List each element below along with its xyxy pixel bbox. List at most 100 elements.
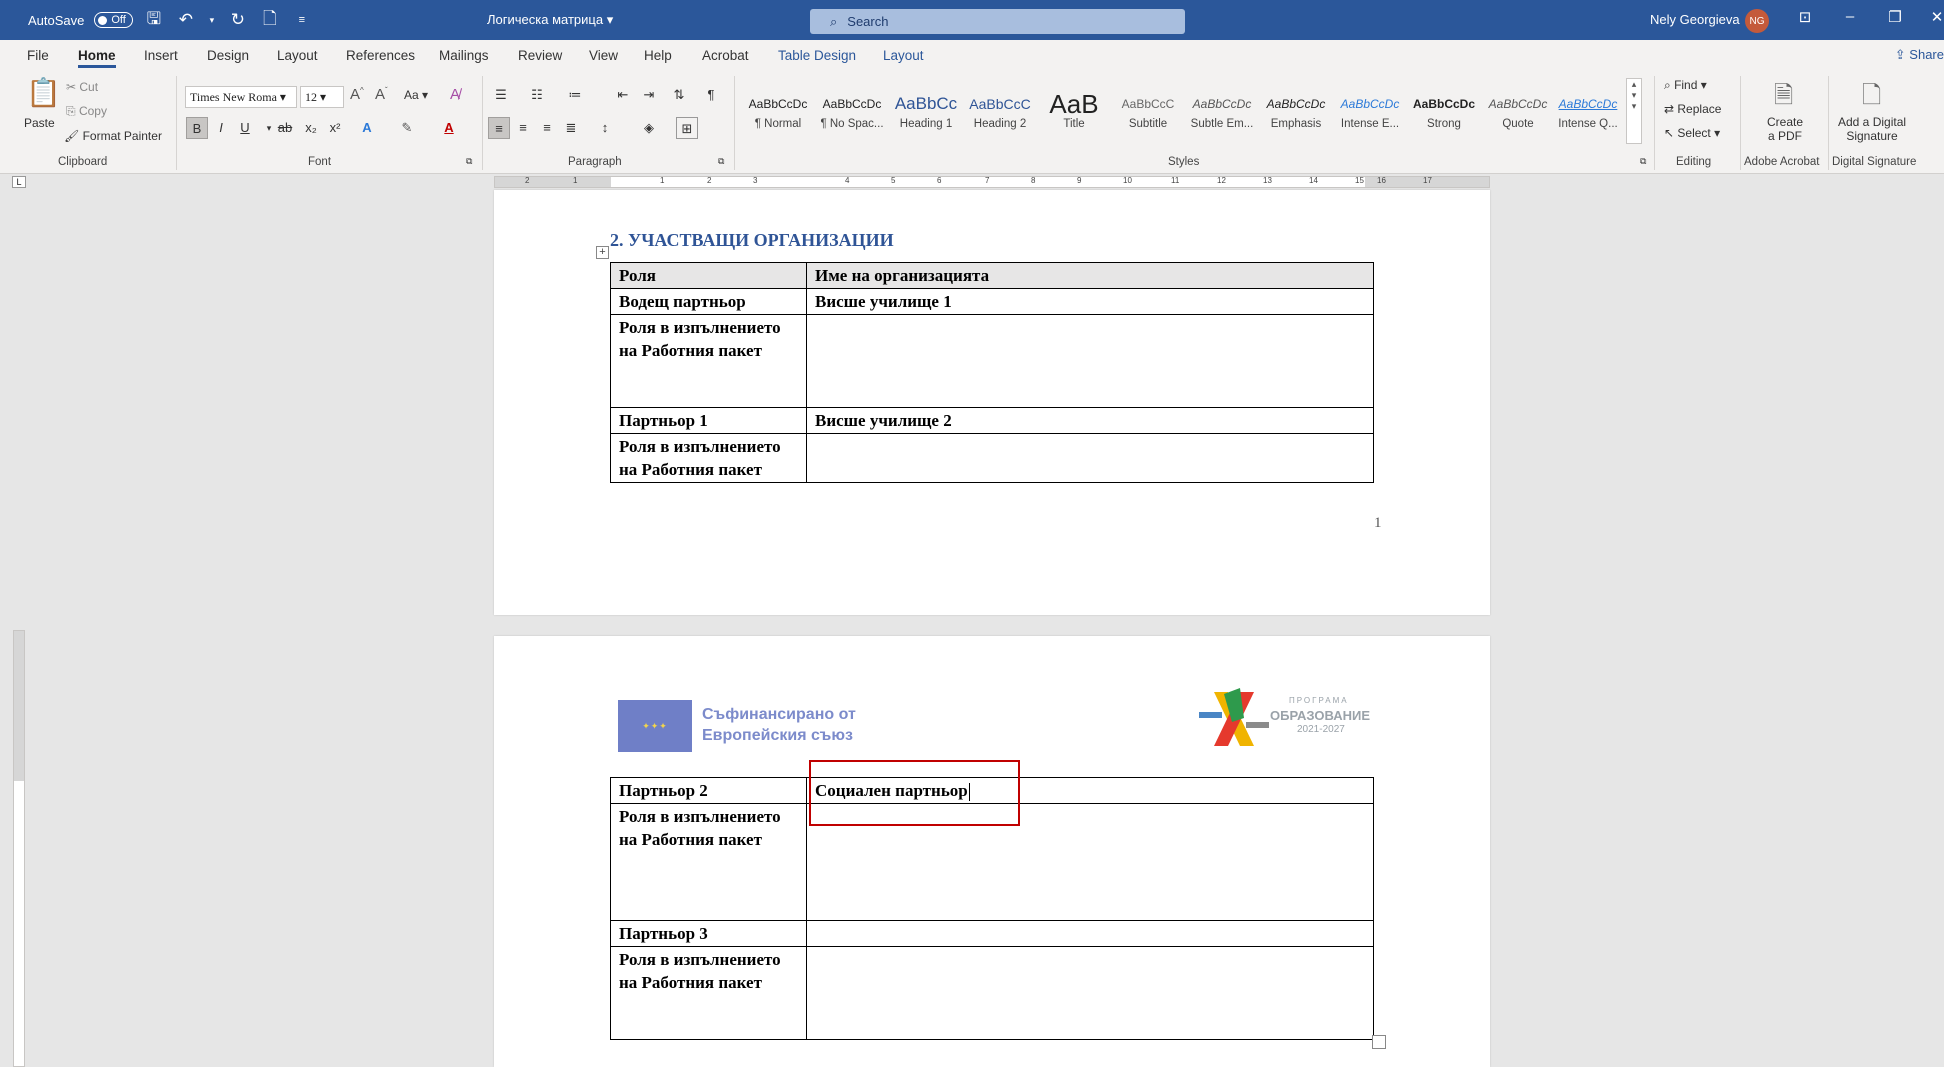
- show-formatting-icon[interactable]: ¶: [700, 84, 722, 106]
- tab-selector[interactable]: L: [12, 176, 26, 188]
- styles-gallery-scroll[interactable]: ▴ ▾ ▾: [1626, 78, 1642, 144]
- text-effects-icon[interactable]: A: [356, 117, 378, 139]
- align-left-icon[interactable]: ≡: [488, 117, 510, 139]
- replace-button[interactable]: ⇄ Replace: [1664, 102, 1721, 116]
- table-cell[interactable]: Водещ партньор: [610, 288, 807, 315]
- numbering-icon[interactable]: ☷: [526, 84, 548, 106]
- close-icon[interactable]: ✕: [1922, 8, 1944, 26]
- tab-table-design[interactable]: Table Design: [778, 48, 856, 63]
- document-title[interactable]: Логическа матрица ▾: [487, 12, 613, 28]
- change-case-button[interactable]: Aa ▾: [404, 88, 428, 102]
- cut-button[interactable]: ✂ Cut: [66, 80, 98, 94]
- style-no-spacing[interactable]: AaBbCcDc ¶ No Spac...: [816, 90, 888, 130]
- tab-design[interactable]: Design: [207, 48, 249, 63]
- font-size-select[interactable]: 12 ▾: [300, 86, 344, 108]
- bold-button[interactable]: B: [186, 117, 208, 139]
- find-button[interactable]: ⌕ Find ▾: [1664, 78, 1707, 93]
- tab-home[interactable]: Home: [78, 48, 116, 68]
- table-header-cell[interactable]: Име на организацията: [806, 262, 1374, 289]
- minimize-icon[interactable]: –: [1835, 8, 1865, 25]
- table-cell[interactable]: [806, 920, 1374, 947]
- shading-icon[interactable]: ◈: [638, 117, 660, 139]
- table-cell[interactable]: Роля в изпълнението на Работния пакет: [610, 433, 807, 483]
- autosave-toggle[interactable]: Off: [94, 12, 133, 28]
- grow-font-icon[interactable]: A^: [350, 86, 364, 103]
- align-center-icon[interactable]: ≡: [512, 117, 534, 139]
- style-title[interactable]: AaB Title: [1038, 90, 1110, 130]
- document-page-1[interactable]: 2. УЧАСТВАЩИ ОРГАНИЗАЦИИ + Роля Име на о…: [494, 190, 1490, 615]
- chevron-down-icon[interactable]: ▾: [207, 15, 217, 26]
- copy-button[interactable]: ⎘ Copy: [66, 104, 107, 119]
- styles-dialog-icon[interactable]: ⧉: [1640, 156, 1646, 167]
- table-cell[interactable]: Партньор 1: [610, 407, 807, 434]
- table-cell[interactable]: Роля в изпълнението на Работния пакет: [610, 946, 807, 1040]
- ribbon-display-icon[interactable]: ⊡: [1790, 8, 1820, 26]
- style-emphasis[interactable]: AaBbCcDc Emphasis: [1260, 90, 1332, 130]
- signature-icon[interactable]: 🗋: [1862, 78, 1881, 119]
- increase-indent-icon[interactable]: ⇥: [638, 84, 660, 106]
- justify-icon[interactable]: ≣: [560, 117, 582, 139]
- tab-table-layout[interactable]: Layout: [883, 48, 924, 63]
- style-subtitle[interactable]: AaBbCcC Subtitle: [1112, 90, 1184, 130]
- table-resize-handle[interactable]: [1372, 1035, 1386, 1049]
- select-button[interactable]: ↖ Select ▾: [1664, 126, 1720, 140]
- horizontal-ruler[interactable]: 2 1 1 2 3 4 5 6 7 8 9 10 11 12 13 14 15 …: [494, 176, 1490, 188]
- create-pdf-button[interactable]: Create a PDF: [1767, 115, 1803, 143]
- style-intense-emphasis[interactable]: AaBbCcDc Intense E...: [1334, 90, 1406, 130]
- table-cell[interactable]: Висше училище 1: [806, 288, 1374, 315]
- add-signature-button[interactable]: Add a Digital Signature: [1838, 115, 1906, 143]
- font-color-icon[interactable]: A: [438, 117, 460, 139]
- borders-icon[interactable]: ⊞: [676, 117, 698, 139]
- tab-help[interactable]: Help: [644, 48, 672, 63]
- style-quote[interactable]: AaBbCcDc Quote: [1482, 90, 1554, 130]
- style-strong[interactable]: AaBbCcDc Strong: [1408, 90, 1480, 130]
- table-cell-selected[interactable]: Социален партньор: [806, 777, 1374, 804]
- document-page-2[interactable]: ✦✦✦ Съфинансирано от Европейския съюз ПР…: [494, 636, 1490, 1067]
- shrink-font-icon[interactable]: Aˇ: [375, 86, 388, 103]
- table-cell[interactable]: Роля в изпълнението на Работния пакет: [610, 803, 807, 921]
- style-subtle-emphasis[interactable]: AaBbCcDc Subtle Em...: [1186, 90, 1258, 130]
- table-cell[interactable]: Висше училище 2: [806, 407, 1374, 434]
- table-cell[interactable]: [806, 433, 1374, 483]
- user-name[interactable]: Nely Georgieva: [1650, 12, 1740, 27]
- tab-file[interactable]: File: [27, 48, 49, 63]
- paste-button[interactable]: Paste: [24, 116, 55, 130]
- table-cell[interactable]: [806, 946, 1374, 1040]
- style-normal[interactable]: AaBbCcDc ¶ Normal: [742, 90, 814, 130]
- search-box[interactable]: ⌕: [810, 9, 1185, 34]
- tab-acrobat[interactable]: Acrobat: [702, 48, 749, 63]
- avatar[interactable]: NG: [1745, 9, 1769, 33]
- line-spacing-icon[interactable]: ↕: [594, 117, 616, 139]
- tab-layout[interactable]: Layout: [277, 48, 318, 63]
- table-cell[interactable]: [806, 314, 1374, 408]
- vertical-ruler[interactable]: [13, 630, 25, 1067]
- align-right-icon[interactable]: ≡: [536, 117, 558, 139]
- pdf-icon[interactable]: 🗎: [1774, 78, 1793, 119]
- format-painter-button[interactable]: 🖌 Format Painter: [64, 129, 162, 143]
- table-cell[interactable]: [806, 803, 1374, 921]
- font-name-select[interactable]: Times New Roma ▾: [185, 86, 297, 108]
- highlight-icon[interactable]: ✎: [396, 117, 418, 139]
- bullets-icon[interactable]: ☰: [490, 84, 512, 106]
- font-dialog-icon[interactable]: ⧉: [466, 156, 472, 167]
- table-move-handle[interactable]: +: [596, 246, 609, 259]
- table-cell[interactable]: Роля в изпълнението на Работния пакет: [610, 314, 807, 408]
- style-intense-quote[interactable]: AaBbCcDc Intense Q...: [1552, 90, 1624, 130]
- tab-view[interactable]: View: [589, 48, 618, 63]
- table-header-cell[interactable]: Роля: [610, 262, 807, 289]
- table-cell[interactable]: Партньор 3: [610, 920, 807, 947]
- search-input[interactable]: [847, 14, 1148, 29]
- save-icon[interactable]: 🖫: [143, 6, 165, 35]
- paragraph-dialog-icon[interactable]: ⧉: [718, 156, 724, 167]
- tab-mailings[interactable]: Mailings: [439, 48, 489, 63]
- superscript-button[interactable]: x²: [324, 117, 346, 139]
- redo-icon[interactable]: ↻: [227, 10, 249, 30]
- italic-button[interactable]: I: [210, 117, 232, 139]
- share-button[interactable]: ⇪ Share: [1895, 47, 1944, 63]
- touch-mode-icon[interactable]: 🗋: [259, 6, 281, 35]
- strikethrough-button[interactable]: ab: [274, 117, 296, 139]
- tab-references[interactable]: References: [346, 48, 415, 63]
- table-cell[interactable]: Партньор 2: [610, 777, 807, 804]
- restore-icon[interactable]: ❐: [1880, 8, 1910, 26]
- underline-button[interactable]: U: [234, 117, 256, 139]
